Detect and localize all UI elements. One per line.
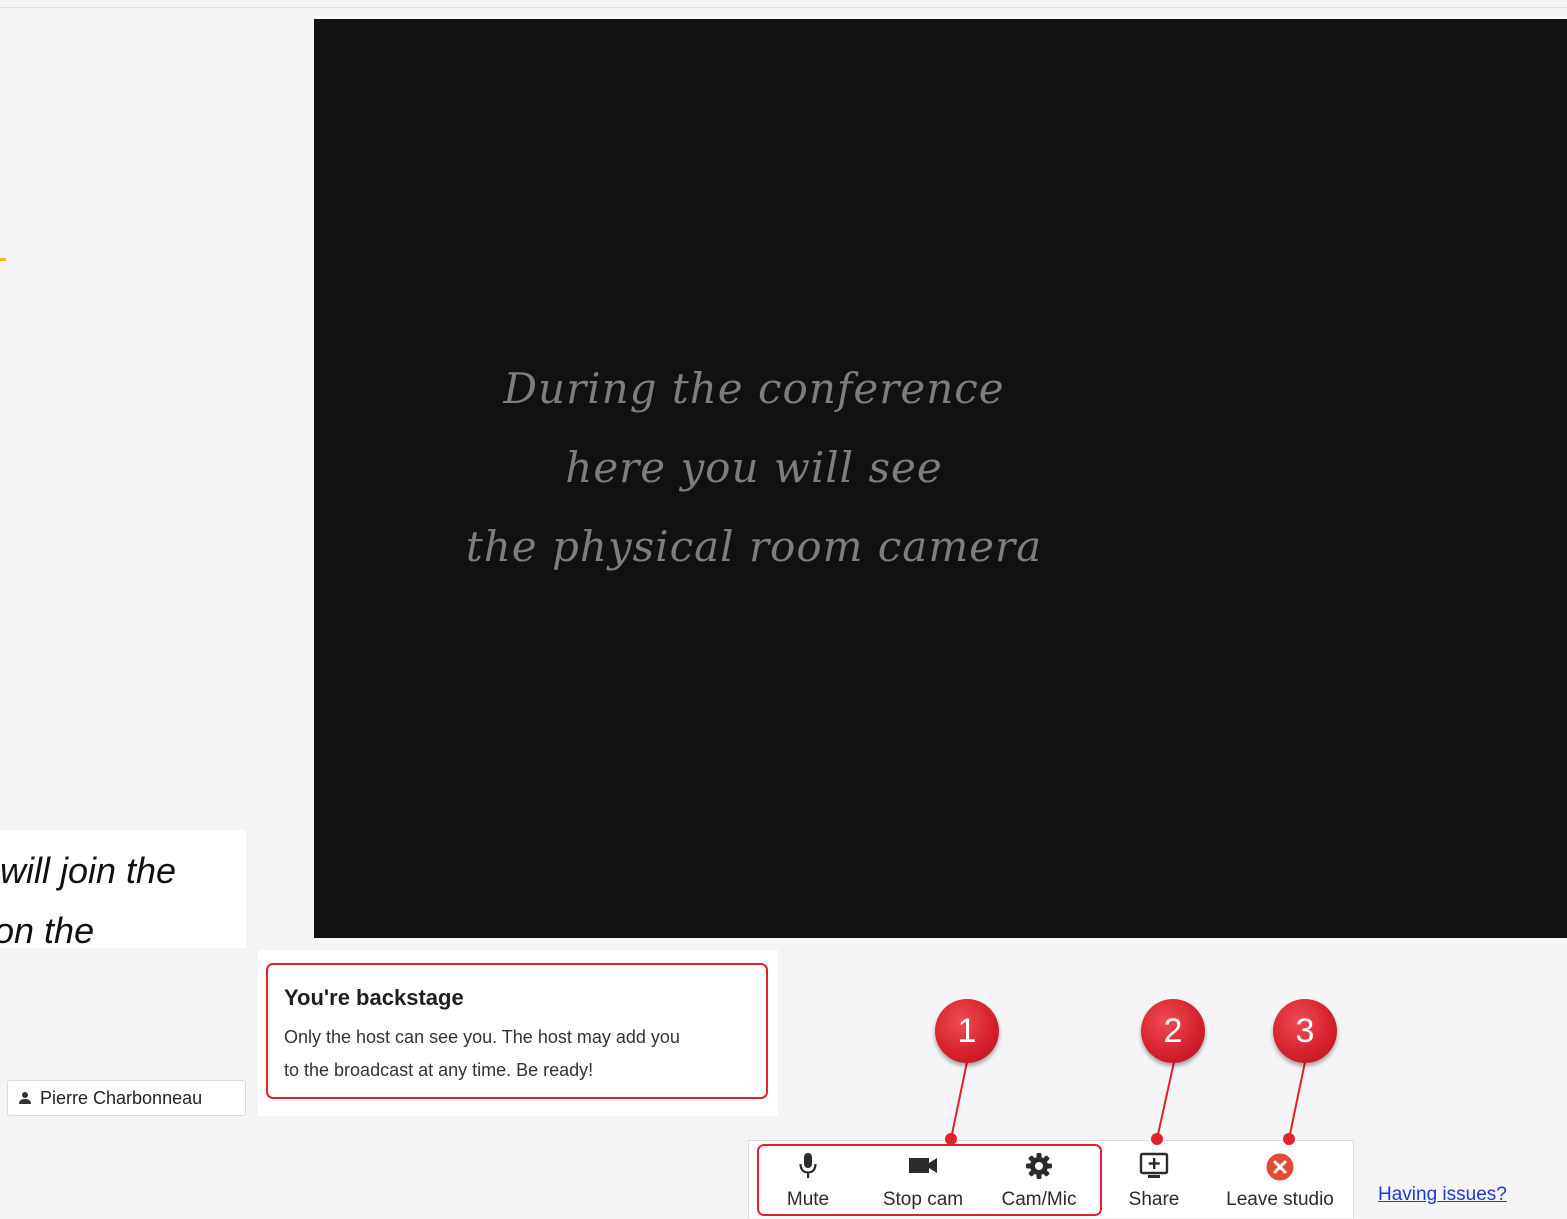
person-icon bbox=[19, 1092, 31, 1104]
share-button[interactable]: Share bbox=[1111, 1141, 1197, 1219]
cam-mic-label: Cam/Mic bbox=[1001, 1189, 1077, 1210]
callout-badge-2: 2 bbox=[1141, 999, 1205, 1063]
leave-studio-label: Leave studio bbox=[1226, 1189, 1334, 1210]
top-divider bbox=[0, 7, 1567, 8]
side-note-line: on the bbox=[0, 910, 95, 948]
stage-placeholder-text: During the conference here you will see … bbox=[314, 349, 1194, 586]
backstage-title: You're backstage bbox=[284, 985, 464, 1010]
share-label: Share bbox=[1128, 1189, 1180, 1210]
screen-share-icon bbox=[1139, 1152, 1169, 1178]
close-circle-icon bbox=[1266, 1153, 1294, 1181]
backstage-message-line: Only the host can see you. The host may … bbox=[284, 1027, 680, 1047]
stage-line: During the conference bbox=[503, 364, 1005, 413]
participant-name-tag: Pierre Charbonneau bbox=[7, 1080, 246, 1116]
callout-badge-1: 1 bbox=[935, 999, 999, 1063]
side-note-line: will join the bbox=[0, 850, 177, 891]
stage-line: the physical room camera bbox=[465, 522, 1043, 571]
backstage-message: Only the host can see you. The host may … bbox=[284, 1021, 750, 1087]
cam-mic-settings-button[interactable]: Cam/Mic bbox=[989, 1141, 1089, 1219]
mute-label: Mute bbox=[786, 1189, 830, 1210]
participant-name: Pierre Charbonneau bbox=[40, 1087, 203, 1108]
mute-button[interactable]: Mute bbox=[766, 1141, 850, 1219]
stop-cam-label: Stop cam bbox=[882, 1189, 964, 1210]
microphone-icon bbox=[799, 1153, 817, 1178]
callout-badge-3: 3 bbox=[1273, 999, 1337, 1063]
stop-cam-button[interactable]: Stop cam bbox=[869, 1141, 977, 1219]
backstage-notice: You're backstage Only the host can see y… bbox=[266, 963, 768, 1099]
backstage-message-line: to the broadcast at any time. Be ready! bbox=[284, 1060, 594, 1080]
gear-icon bbox=[1026, 1153, 1052, 1179]
yellow-accent-mark bbox=[0, 258, 6, 261]
stage-line: here you will see bbox=[565, 443, 943, 492]
having-issues-link[interactable]: Having issues? bbox=[1378, 1184, 1507, 1206]
camera-stage: During the conference here you will see … bbox=[314, 19, 1567, 938]
side-note-panel: will join the on the bbox=[0, 830, 246, 948]
studio-toolbar: Mute Stop cam Cam/Mic Share Leave studio bbox=[748, 1140, 1354, 1218]
video-camera-icon bbox=[909, 1158, 937, 1173]
leave-studio-button[interactable]: Leave studio bbox=[1215, 1141, 1345, 1219]
